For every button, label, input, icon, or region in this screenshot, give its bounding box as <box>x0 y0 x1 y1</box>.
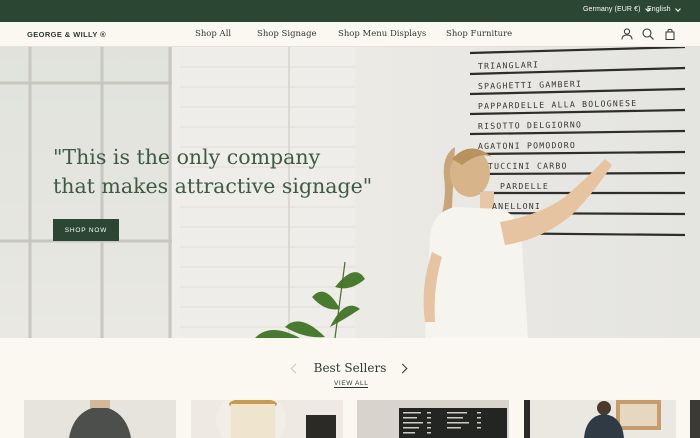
hero-quote-line-1: "This is the only company <box>53 145 321 169</box>
site-header: GEORGE & WILLY ® Shop All Shop Signage S… <box>0 22 700 47</box>
board-row-6: TUCCINI CARBO <box>488 161 568 171</box>
product-image <box>191 400 343 438</box>
search-icon[interactable] <box>641 27 655 41</box>
site-logo[interactable]: GEORGE & WILLY ® <box>27 30 106 39</box>
hero-quote: "This is the only company that makes att… <box>53 143 372 201</box>
board-row-2: SPAGHETTI GAMBERI <box>478 79 582 91</box>
board-row-3: PAPPARDELLE ALLA BOLOGNESE <box>478 98 638 111</box>
product-card[interactable] <box>524 400 676 438</box>
chevron-down-icon <box>674 5 681 12</box>
country-selector[interactable]: Germany (EUR €) <box>583 5 651 13</box>
product-card[interactable] <box>690 400 700 438</box>
product-card[interactable] <box>191 400 343 438</box>
product-image <box>24 400 176 438</box>
product-image <box>524 400 676 438</box>
hero-quote-line-2: that makes attractive signage" <box>53 174 373 198</box>
nav-shop-all[interactable]: Shop All <box>195 29 231 39</box>
board-row-7: PARDELLE <box>500 181 549 191</box>
shop-now-button[interactable]: SHOP NOW <box>53 219 119 241</box>
best-sellers-title: Best Sellers <box>313 361 387 375</box>
hero-banner: TRIANGLARI SPAGHETTI GAMBERI PAPPARDELLE… <box>0 47 700 338</box>
nav-shop-furniture[interactable]: Shop Furniture <box>446 29 512 39</box>
country-label: Germany (EUR €) <box>583 6 641 13</box>
product-card[interactable] <box>357 400 509 438</box>
view-all-link[interactable]: VIEW ALL <box>334 380 369 388</box>
language-selector[interactable]: English <box>647 5 681 13</box>
board-row-4: RISOTTO DELGIORNO <box>478 119 582 131</box>
board-row-5: AGATONI POMODORO <box>478 140 576 151</box>
language-label: English <box>647 6 671 13</box>
account-icon[interactable] <box>620 27 634 41</box>
product-image <box>357 400 509 438</box>
nav-shop-signage[interactable]: Shop Signage <box>257 29 317 39</box>
product-card[interactable] <box>24 400 176 438</box>
board-row-1: TRIANGLARI <box>478 59 540 71</box>
cart-icon[interactable] <box>663 27 677 41</box>
top-utility-bar: Germany (EUR €) English <box>0 0 700 22</box>
board-row-8: ANELLONI <box>492 201 541 211</box>
nav-shop-menu-displays[interactable]: Shop Menu Displays <box>338 29 426 39</box>
